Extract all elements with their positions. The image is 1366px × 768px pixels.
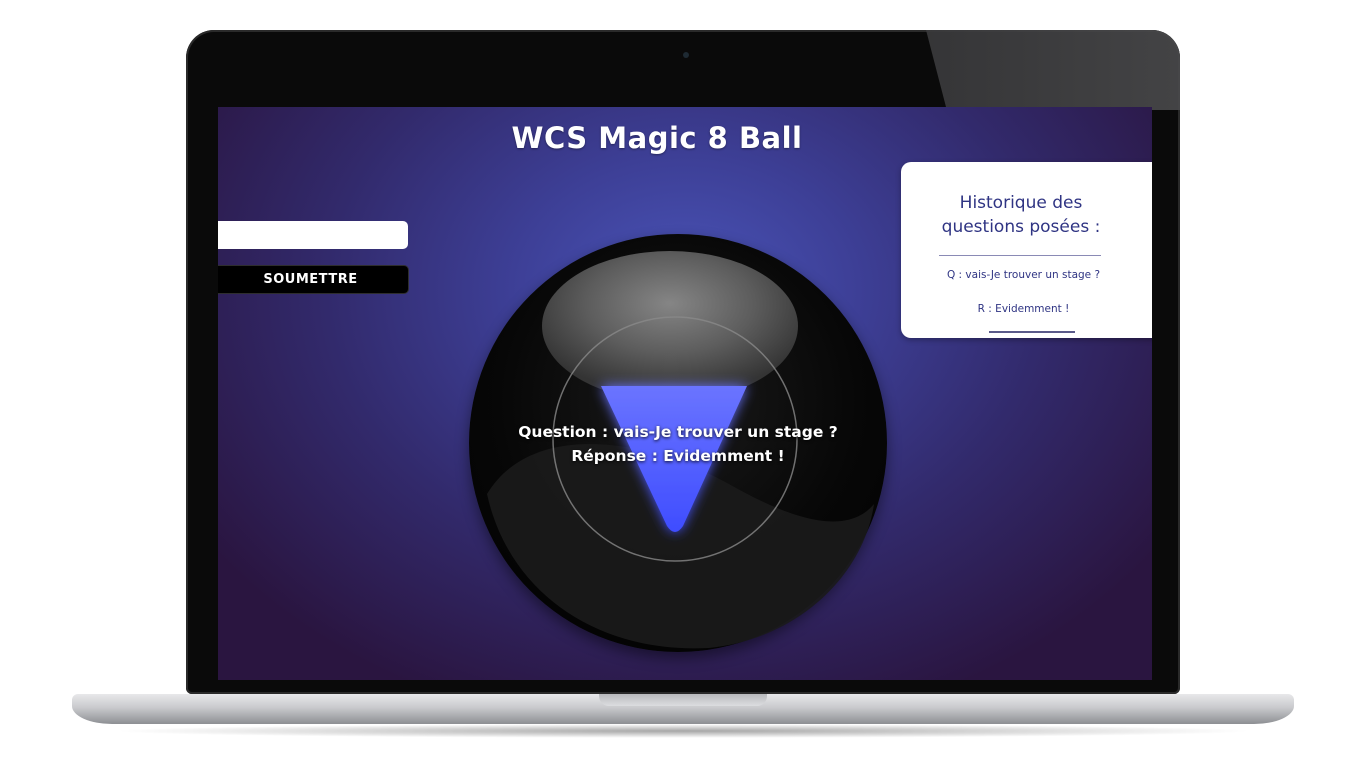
lid-glare [926, 30, 1180, 110]
app-title: WCS Magic 8 Ball [511, 121, 803, 155]
history-question: Q : vais-Je trouver un stage ? [946, 269, 1101, 281]
history-entry-divider [989, 331, 1075, 333]
webcam-icon [683, 52, 689, 58]
laptop-base [72, 694, 1294, 724]
laptop-notch [599, 694, 767, 706]
history-title: Historique des questions posées : [941, 193, 1101, 237]
laptop-shadow [110, 724, 1256, 738]
history-panel: Historique des questions posées : Q : va… [901, 162, 1152, 338]
history-answer: R : Evidemment ! [977, 303, 1070, 315]
question-input[interactable] [218, 221, 408, 249]
page: WCS Magic 8 Ball SOUMETTRE Question: va… [0, 0, 1366, 768]
ball-answer: Question : vais-Je trouver un stage ? Ré… [469, 420, 887, 468]
ball-highlight [542, 251, 798, 401]
app-screen: WCS Magic 8 Ball SOUMETTRE Question: va… [218, 107, 1152, 680]
submit-button[interactable]: SOUMETTRE [218, 265, 409, 294]
ball-answer-text: Réponse : Evidemment ! [571, 447, 785, 465]
magic-8-ball: Question : vais-Je trouver un stage ? Ré… [469, 234, 887, 652]
history-divider [939, 255, 1101, 256]
ball-question-text: Question : vais-Je trouver un stage ? [518, 423, 838, 441]
